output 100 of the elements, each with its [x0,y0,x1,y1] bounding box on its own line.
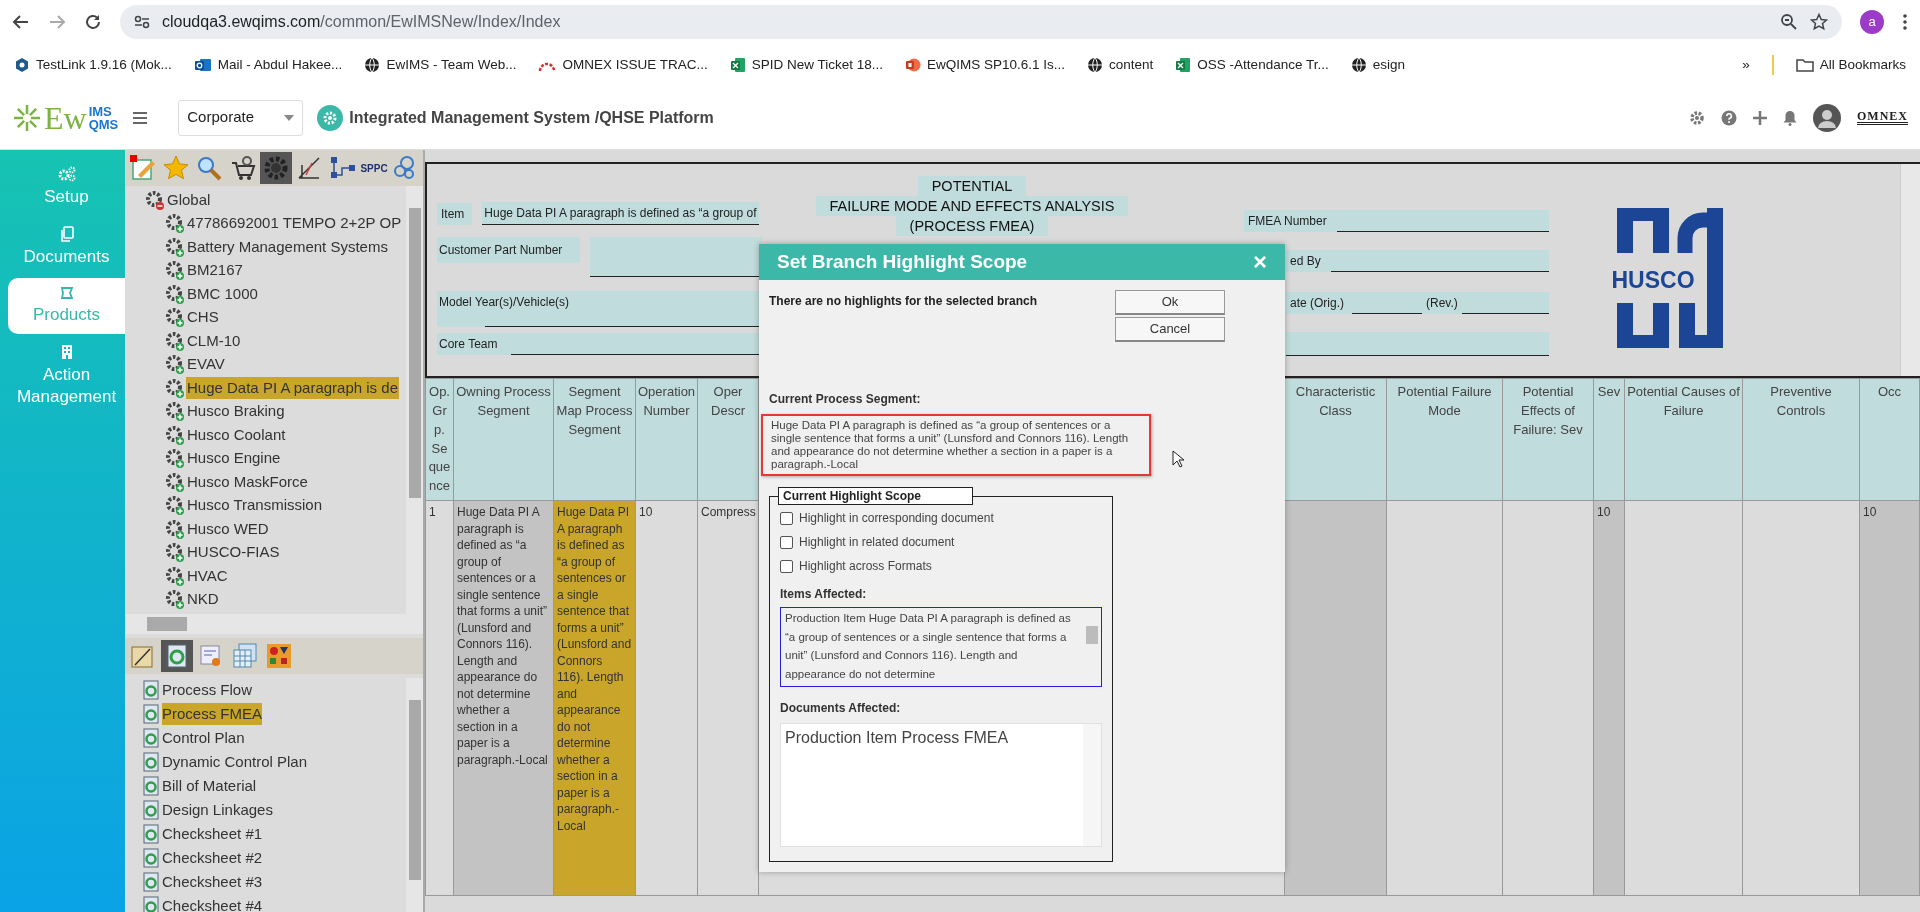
scrollbar-thumb[interactable] [408,700,421,880]
scrollbar[interactable] [125,614,423,634]
gear-icon[interactable] [165,236,185,257]
flowchart-icon[interactable] [329,155,356,181]
gear-icon[interactable] [165,495,185,516]
user-avatar-icon[interactable] [1813,103,1841,132]
document-icon[interactable] [143,728,161,748]
gear-icon[interactable] [165,377,185,398]
document-item[interactable]: Checksheet #2 [162,846,263,870]
bookmark[interactable]: OMNEX ISSUE TRAC... [538,54,708,76]
tree-item[interactable]: Husco WED [186,517,270,540]
bookmark[interactable]: SPID New Ticket 18... [729,54,883,76]
checkbox[interactable] [780,535,793,549]
checkbox[interactable] [780,511,793,525]
document-icon[interactable] [143,680,161,700]
star-icon[interactable] [163,155,189,181]
checkbox[interactable] [780,559,793,573]
tree-item[interactable]: Global [166,188,212,211]
scrollbar-thumb[interactable] [1086,626,1098,644]
document-icon[interactable] [143,704,161,724]
checkbox-label[interactable]: Highlight in related document [799,533,955,551]
tree-item[interactable]: Battery Management Systems [186,235,389,258]
documents-list[interactable]: Production Item Process FMEA [780,723,1102,847]
gear-icon[interactable] [165,589,185,610]
all-bookmarks[interactable]: All Bookmarks [1795,54,1906,76]
document-icon[interactable] [143,872,161,892]
search-icon[interactable] [196,155,223,181]
gear-icon[interactable] [165,448,185,469]
tree-item[interactable]: Husco Transmission [186,494,324,517]
drafting-icon[interactable] [296,155,323,181]
reload-icon[interactable] [84,13,102,31]
gear-icon[interactable] [165,283,185,304]
text-field[interactable] [1286,332,1549,356]
document-icon[interactable] [143,848,161,868]
scrollbar[interactable] [1900,164,1920,376]
gear-icon[interactable] [165,401,185,422]
address-bar[interactable]: cloudqa3.ewqims.com/common/EwIMSNew/Index/Index [120,5,1842,39]
shapes-icon[interactable] [266,643,292,669]
gear-icon[interactable] [165,330,185,351]
gear-icon[interactable] [145,189,165,210]
cart-icon[interactable] [229,155,256,181]
tree-item[interactable]: 47786692001 TEMPO 2+2P OP [186,212,403,235]
document-icon[interactable] [143,824,161,844]
document-item[interactable]: Control Plan [162,726,245,750]
site-settings-icon[interactable] [134,14,150,30]
tree-item[interactable]: HVAC [186,564,229,587]
drafting-icon[interactable] [130,643,156,669]
bookmarks-overflow[interactable]: » [1742,54,1750,76]
gear-icon[interactable] [165,424,185,445]
document-item[interactable]: Checksheet #3 [162,870,263,894]
profile-avatar[interactable]: a [1860,10,1884,34]
star-icon[interactable] [1810,13,1828,31]
bell-icon[interactable] [1783,109,1797,126]
checkbox-label[interactable]: Highlight across Formats [799,557,932,575]
document-item[interactable]: Design Linkages [162,798,273,822]
site-dropdown[interactable]: Corporate [178,99,304,136]
document-item[interactable]: Dynamic Control Plan [162,750,308,774]
scrollbar-thumb[interactable] [408,208,421,498]
cancel-button[interactable]: Cancel [1115,317,1225,342]
gear-icon[interactable] [165,354,185,375]
tree-item[interactable]: Husco Engine [186,447,282,470]
document-icon[interactable] [143,800,161,820]
bookmark[interactable]: OSS -Attendance Tr... [1175,54,1329,76]
document-tool[interactable] [161,640,193,672]
item-field[interactable]: Huge Data PI A paragraph is defined as “a group of [482,202,759,225]
sppc-label[interactable]: SPPC [360,160,388,176]
tree-item[interactable]: CHS [186,306,220,329]
items-list[interactable]: Production Item Huge Data PI A paragraph is defined as “a group of sentences or a single sentence that forms a unit” (Lunsford and Connors 116). Length and appearance do not determine [780,607,1102,687]
gear-icon[interactable] [165,518,185,539]
document-icon[interactable] [143,896,161,912]
gear-icon[interactable] [165,542,185,563]
document-item[interactable]: Checksheet #1 [162,822,263,846]
tree-item[interactable]: Husco Braking [186,400,286,423]
help-icon[interactable] [1721,109,1737,126]
customer-part-field[interactable] [590,237,762,277]
document-item[interactable]: Bill of Material [162,774,257,798]
bookmark[interactable]: content [1087,54,1154,76]
checkbox-label[interactable]: Highlight in corresponding document [799,509,994,527]
gear-icon[interactable] [165,471,185,492]
gear-icon[interactable] [165,565,185,586]
bookmark[interactable]: EwIMS - Team Web... [364,54,517,76]
more-menu-icon[interactable] [1902,13,1908,31]
tree-item[interactable]: Husco MaskForce [186,470,309,493]
document-icon[interactable] [143,752,161,772]
ok-button[interactable]: Ok [1115,290,1225,315]
document-entry[interactable]: Production Item Process FMEA [785,726,1079,750]
gear-icon[interactable] [165,260,185,281]
bookmark[interactable]: TestLink 1.9.16 (Mok... [14,54,172,76]
zoom-icon[interactable] [1780,13,1798,31]
document-item[interactable]: Process FMEA [162,702,263,726]
tree-item[interactable]: NKD [186,588,220,611]
tree-item[interactable]: Husco Coolant [186,423,287,446]
scrollbar-thumb[interactable] [147,617,187,631]
document-item[interactable]: Checksheet #4 [162,894,263,912]
tree-item[interactable]: EVAV [186,353,226,376]
document-item[interactable]: Process Flow [162,678,253,702]
bookmark[interactable]: esign [1350,54,1405,76]
settings-icon[interactable] [1689,109,1705,126]
bookmark[interactable]: Mail - Abdul Hakee... [193,54,343,76]
menu-icon[interactable] [132,110,149,125]
